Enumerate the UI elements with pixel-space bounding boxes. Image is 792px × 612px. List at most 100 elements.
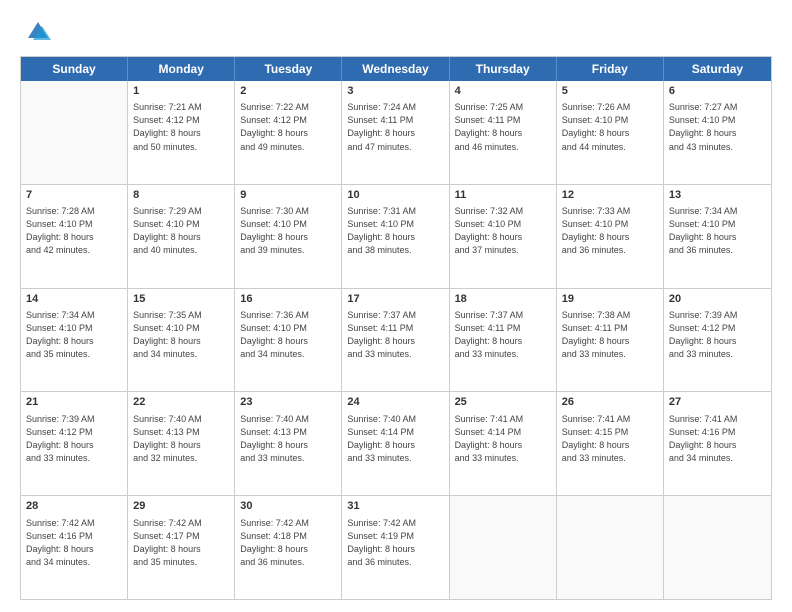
day-number: 16 bbox=[240, 292, 336, 307]
cell-info: Sunrise: 7:27 AMSunset: 4:10 PMDaylight:… bbox=[669, 101, 766, 153]
cell-info: Sunrise: 7:25 AMSunset: 4:11 PMDaylight:… bbox=[455, 101, 551, 153]
calendar-cell: 14 Sunrise: 7:34 AMSunset: 4:10 PMDayligh… bbox=[21, 289, 128, 392]
day-number: 11 bbox=[455, 188, 551, 203]
cell-info: Sunrise: 7:37 AMSunset: 4:11 PMDaylight:… bbox=[347, 309, 443, 361]
calendar-cell: 16 Sunrise: 7:36 AMSunset: 4:10 PMDayligh… bbox=[235, 289, 342, 392]
calendar-cell bbox=[664, 496, 771, 599]
calendar-cell: 24 Sunrise: 7:40 AMSunset: 4:14 PMDayligh… bbox=[342, 392, 449, 495]
cell-info: Sunrise: 7:24 AMSunset: 4:11 PMDaylight:… bbox=[347, 101, 443, 153]
calendar-cell bbox=[557, 496, 664, 599]
cell-info: Sunrise: 7:34 AMSunset: 4:10 PMDaylight:… bbox=[669, 205, 766, 257]
calendar-cell: 12 Sunrise: 7:33 AMSunset: 4:10 PMDayligh… bbox=[557, 185, 664, 288]
cell-info: Sunrise: 7:39 AMSunset: 4:12 PMDaylight:… bbox=[669, 309, 766, 361]
calendar-cell: 9Sunrise: 7:30 AMSunset: 4:10 PMDaylight… bbox=[235, 185, 342, 288]
calendar-cell: 21Sunrise: 7:39 AMSunset: 4:12 PMDayligh… bbox=[21, 392, 128, 495]
calendar-cell: 31 Sunrise: 7:42 AMSunset: 4:19 PMDayligh… bbox=[342, 496, 449, 599]
calendar-row-4: 21Sunrise: 7:39 AMSunset: 4:12 PMDayligh… bbox=[21, 391, 771, 495]
calendar-header: SundayMondayTuesdayWednesdayThursdayFrid… bbox=[21, 57, 771, 81]
cell-info: Sunrise: 7:26 AMSunset: 4:10 PMDaylight:… bbox=[562, 101, 658, 153]
day-number: 14 bbox=[26, 292, 122, 307]
header-day-thursday: Thursday bbox=[450, 57, 557, 81]
cell-info: Sunrise: 7:41 AMSunset: 4:15 PMDaylight:… bbox=[562, 413, 658, 465]
cell-info: Sunrise: 7:41 AMSunset: 4:14 PMDaylight:… bbox=[455, 413, 551, 465]
day-number: 15 bbox=[133, 292, 229, 307]
cell-info: Sunrise: 7:28 AMSunset: 4:10 PMDaylight:… bbox=[26, 205, 122, 257]
cell-info: Sunrise: 7:37 AMSunset: 4:11 PMDaylight:… bbox=[455, 309, 551, 361]
day-number: 20 bbox=[669, 292, 766, 307]
calendar-cell bbox=[21, 81, 128, 184]
cell-info: Sunrise: 7:31 AMSunset: 4:10 PMDaylight:… bbox=[347, 205, 443, 257]
calendar-cell: 15 Sunrise: 7:35 AMSunset: 4:10 PMDayligh… bbox=[128, 289, 235, 392]
day-number: 5 bbox=[562, 84, 658, 99]
cell-info: Sunrise: 7:29 AMSunset: 4:10 PMDaylight:… bbox=[133, 205, 229, 257]
day-number: 17 bbox=[347, 292, 443, 307]
cell-info: Sunrise: 7:40 AMSunset: 4:14 PMDaylight:… bbox=[347, 413, 443, 465]
calendar-cell: 5 Sunrise: 7:26 AMSunset: 4:10 PMDaylight… bbox=[557, 81, 664, 184]
calendar-cell: 6 Sunrise: 7:27 AMSunset: 4:10 PMDaylight… bbox=[664, 81, 771, 184]
header-day-tuesday: Tuesday bbox=[235, 57, 342, 81]
day-number: 30 bbox=[240, 499, 336, 514]
day-number: 10 bbox=[347, 188, 443, 203]
header-day-wednesday: Wednesday bbox=[342, 57, 449, 81]
cell-info: Sunrise: 7:42 AMSunset: 4:16 PMDaylight:… bbox=[26, 517, 122, 569]
day-number: 3 bbox=[347, 84, 443, 99]
cell-info: Sunrise: 7:21 AMSunset: 4:12 PMDaylight:… bbox=[133, 101, 229, 153]
calendar-cell: 22 Sunrise: 7:40 AMSunset: 4:13 PMDayligh… bbox=[128, 392, 235, 495]
header bbox=[20, 18, 772, 46]
day-number: 24 bbox=[347, 395, 443, 410]
day-number: 18 bbox=[455, 292, 551, 307]
header-day-monday: Monday bbox=[128, 57, 235, 81]
day-number: 29 bbox=[133, 499, 229, 514]
header-day-friday: Friday bbox=[557, 57, 664, 81]
calendar-cell: 13 Sunrise: 7:34 AMSunset: 4:10 PMDayligh… bbox=[664, 185, 771, 288]
day-number: 25 bbox=[455, 395, 551, 410]
calendar-cell: 29 Sunrise: 7:42 AMSunset: 4:17 PMDayligh… bbox=[128, 496, 235, 599]
calendar-cell: 26 Sunrise: 7:41 AMSunset: 4:15 PMDayligh… bbox=[557, 392, 664, 495]
logo bbox=[20, 18, 52, 46]
calendar-row-5: 28 Sunrise: 7:42 AMSunset: 4:16 PMDayligh… bbox=[21, 495, 771, 599]
calendar-cell: 7 Sunrise: 7:28 AMSunset: 4:10 PMDaylight… bbox=[21, 185, 128, 288]
calendar-cell: 10 Sunrise: 7:31 AMSunset: 4:10 PMDayligh… bbox=[342, 185, 449, 288]
calendar-cell: 3 Sunrise: 7:24 AMSunset: 4:11 PMDaylight… bbox=[342, 81, 449, 184]
cell-info: Sunrise: 7:42 AMSunset: 4:17 PMDaylight:… bbox=[133, 517, 229, 569]
cell-info: Sunrise: 7:42 AMSunset: 4:19 PMDaylight:… bbox=[347, 517, 443, 569]
calendar-row-1: 1Sunrise: 7:21 AMSunset: 4:12 PMDaylight… bbox=[21, 81, 771, 184]
cell-info: Sunrise: 7:40 AMSunset: 4:13 PMDaylight:… bbox=[133, 413, 229, 465]
day-number: 4 bbox=[455, 84, 551, 99]
calendar-cell: 20 Sunrise: 7:39 AMSunset: 4:12 PMDayligh… bbox=[664, 289, 771, 392]
calendar-cell: 11 Sunrise: 7:32 AMSunset: 4:10 PMDayligh… bbox=[450, 185, 557, 288]
day-number: 13 bbox=[669, 188, 766, 203]
day-number: 23 bbox=[240, 395, 336, 410]
calendar-cell bbox=[450, 496, 557, 599]
cell-info: Sunrise: 7:34 AMSunset: 4:10 PMDaylight:… bbox=[26, 309, 122, 361]
cell-info: Sunrise: 7:40 AMSunset: 4:13 PMDaylight:… bbox=[240, 413, 336, 465]
cell-info: Sunrise: 7:35 AMSunset: 4:10 PMDaylight:… bbox=[133, 309, 229, 361]
cell-info: Sunrise: 7:42 AMSunset: 4:18 PMDaylight:… bbox=[240, 517, 336, 569]
cell-info: Sunrise: 7:32 AMSunset: 4:10 PMDaylight:… bbox=[455, 205, 551, 257]
logo-icon bbox=[24, 18, 52, 46]
cell-info: Sunrise: 7:22 AMSunset: 4:12 PMDaylight:… bbox=[240, 101, 336, 153]
day-number: 7 bbox=[26, 188, 122, 203]
calendar-cell: 28 Sunrise: 7:42 AMSunset: 4:16 PMDayligh… bbox=[21, 496, 128, 599]
day-number: 27 bbox=[669, 395, 766, 410]
day-number: 8 bbox=[133, 188, 229, 203]
calendar-cell: 25 Sunrise: 7:41 AMSunset: 4:14 PMDayligh… bbox=[450, 392, 557, 495]
cell-info: Sunrise: 7:39 AMSunset: 4:12 PMDaylight:… bbox=[26, 413, 122, 465]
day-number: 22 bbox=[133, 395, 229, 410]
day-number: 26 bbox=[562, 395, 658, 410]
calendar-cell: 30 Sunrise: 7:42 AMSunset: 4:18 PMDayligh… bbox=[235, 496, 342, 599]
calendar-cell: 19Sunrise: 7:38 AMSunset: 4:11 PMDayligh… bbox=[557, 289, 664, 392]
cell-info: Sunrise: 7:36 AMSunset: 4:10 PMDaylight:… bbox=[240, 309, 336, 361]
day-number: 6 bbox=[669, 84, 766, 99]
day-number: 31 bbox=[347, 499, 443, 514]
calendar-cell: 2 Sunrise: 7:22 AMSunset: 4:12 PMDaylight… bbox=[235, 81, 342, 184]
calendar-cell: 8 Sunrise: 7:29 AMSunset: 4:10 PMDaylight… bbox=[128, 185, 235, 288]
calendar-row-2: 7 Sunrise: 7:28 AMSunset: 4:10 PMDaylight… bbox=[21, 184, 771, 288]
calendar-cell: 27Sunrise: 7:41 AMSunset: 4:16 PMDayligh… bbox=[664, 392, 771, 495]
day-number: 12 bbox=[562, 188, 658, 203]
cell-info: Sunrise: 7:33 AMSunset: 4:10 PMDaylight:… bbox=[562, 205, 658, 257]
calendar-body: 1Sunrise: 7:21 AMSunset: 4:12 PMDaylight… bbox=[21, 81, 771, 599]
page: SundayMondayTuesdayWednesdayThursdayFrid… bbox=[0, 0, 792, 612]
day-number: 28 bbox=[26, 499, 122, 514]
day-number: 2 bbox=[240, 84, 336, 99]
